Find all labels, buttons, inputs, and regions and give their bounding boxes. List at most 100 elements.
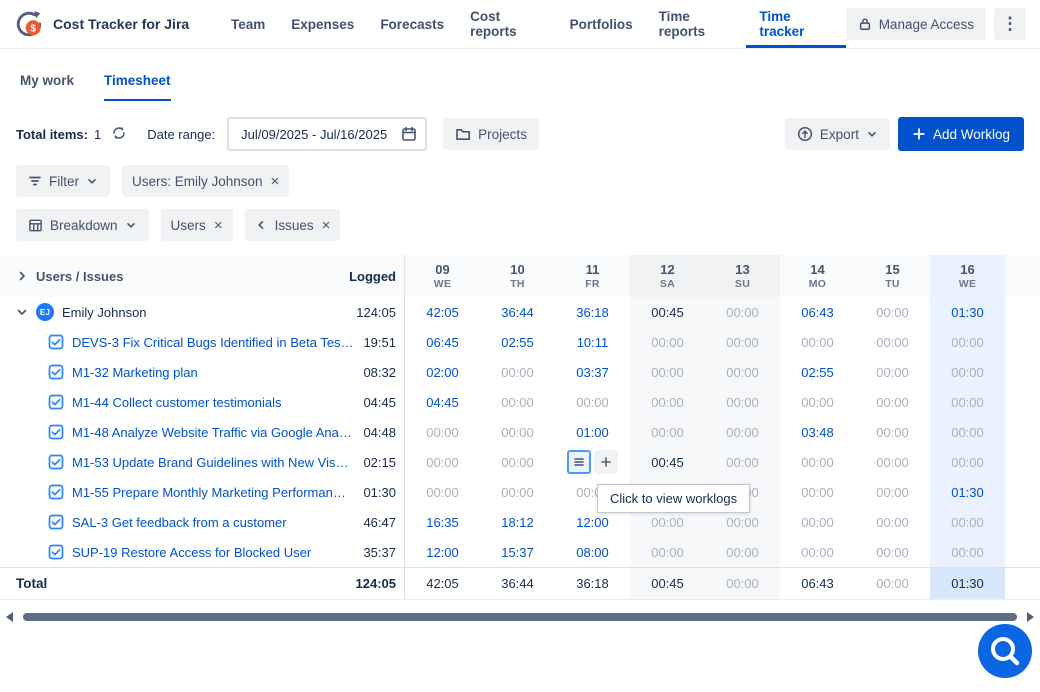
nav-item-time-reports[interactable]: Time reports	[646, 0, 747, 48]
chevron-left-icon[interactable]	[255, 219, 267, 231]
worklog-cell[interactable]: 12:00	[405, 537, 480, 567]
view-worklogs-button[interactable]	[567, 450, 591, 474]
remove-breakdown-icon[interactable]: ×	[322, 218, 331, 233]
worklog-cell[interactable]: 00:00	[780, 507, 855, 537]
overflow-menu-button[interactable]: ⋮	[994, 8, 1026, 40]
issue-link[interactable]: M1-53 Update Brand Guidelines with New V…	[72, 455, 349, 470]
worklog-cell[interactable]: 00:00	[855, 327, 930, 357]
worklog-cell[interactable]: 01:30	[930, 477, 1005, 507]
worklog-cell[interactable]: 01:00	[555, 417, 630, 447]
worklog-cell[interactable]: 02:55	[480, 327, 555, 357]
nav-item-team[interactable]: Team	[218, 0, 278, 48]
issue-link[interactable]: SUP-19 Restore Access for Blocked User	[72, 545, 311, 560]
worklog-cell[interactable]: 42:05	[405, 297, 480, 327]
issue-link[interactable]: DEVS-3 Fix Critical Bugs Identified in B…	[72, 335, 355, 350]
worklog-cell[interactable]: 00:00	[930, 387, 1005, 417]
nav-item-time-tracker[interactable]: Time tracker	[746, 0, 845, 48]
worklog-cell[interactable]: 00:00	[480, 357, 555, 387]
worklog-cell[interactable]: 06:45	[405, 327, 480, 357]
worklog-cell[interactable]: 00:00	[555, 387, 630, 417]
issue-link[interactable]: SAL-3 Get feedback from a customer	[72, 515, 287, 530]
worklog-cell[interactable]: 00:00	[480, 387, 555, 417]
worklog-cell[interactable]: 00:00	[855, 357, 930, 387]
worklog-cell[interactable]: 00:00	[480, 447, 555, 477]
worklog-cell[interactable]: 02:55	[780, 357, 855, 387]
worklog-cell[interactable]: 08:00	[555, 537, 630, 567]
worklog-cell[interactable]: 00:00	[855, 447, 930, 477]
worklog-cell[interactable]: 00:00	[930, 537, 1005, 567]
issue-link[interactable]: M1-44 Collect customer testimonials	[72, 395, 282, 410]
worklog-cell[interactable]: 00:00	[855, 537, 930, 567]
worklog-cell[interactable]: 06:43	[780, 297, 855, 327]
tab-my-work[interactable]: My work	[20, 73, 74, 101]
issue-link[interactable]: M1-48 Analyze Website Traffic via Google…	[72, 425, 352, 440]
scroll-right-arrow[interactable]	[1027, 612, 1034, 622]
worklog-cell[interactable]: 00:45	[630, 297, 705, 327]
nav-item-portfolios[interactable]: Portfolios	[557, 0, 646, 48]
remove-filter-icon[interactable]: ×	[271, 174, 280, 189]
worklog-cell[interactable]: 00:00	[630, 327, 705, 357]
export-button[interactable]: Export	[785, 118, 890, 150]
breakdown-chip-issues[interactable]: Issues ×	[245, 209, 341, 241]
worklog-cell[interactable]: 00:00	[705, 297, 780, 327]
issue-link[interactable]: M1-55 Prepare Monthly Marketing Performa…	[72, 485, 346, 500]
refresh-button[interactable]	[109, 123, 129, 146]
remove-breakdown-icon[interactable]: ×	[214, 218, 223, 233]
expand-all-chevron-icon[interactable]	[16, 270, 28, 282]
worklog-cell[interactable]: 00:00	[855, 417, 930, 447]
worklog-cell[interactable]: 00:00	[630, 387, 705, 417]
nav-item-expenses[interactable]: Expenses	[278, 0, 367, 48]
worklog-cell[interactable]: 00:00	[930, 447, 1005, 477]
worklog-cell[interactable]: 15:37	[480, 537, 555, 567]
breakdown-chip-users[interactable]: Users ×	[161, 209, 233, 241]
worklog-cell[interactable]: 00:00	[930, 417, 1005, 447]
worklog-cell[interactable]: 00:00	[780, 537, 855, 567]
add-worklog-cell-button[interactable]	[594, 450, 618, 474]
worklog-cell[interactable]: 00:00	[705, 387, 780, 417]
worklog-cell[interactable]: 00:00	[705, 357, 780, 387]
date-range-input[interactable]: Jul/09/2025 - Jul/16/2025	[227, 117, 427, 151]
nav-item-cost-reports[interactable]: Cost reports	[457, 0, 557, 48]
scrollbar-thumb[interactable]	[23, 613, 1017, 621]
worklog-cell[interactable]: 00:00	[480, 477, 555, 507]
worklog-cell[interactable]: 00:00	[780, 447, 855, 477]
collapse-row-chevron-icon[interactable]	[16, 306, 28, 318]
worklog-cell[interactable]: 00:00	[705, 447, 780, 477]
worklog-cell[interactable]: 00:00	[855, 297, 930, 327]
worklog-cell[interactable]: 16:35	[405, 507, 480, 537]
worklog-cell[interactable]: 00:00	[930, 507, 1005, 537]
worklog-cell[interactable]: 36:18	[555, 297, 630, 327]
worklog-cell[interactable]: 36:44	[480, 297, 555, 327]
scroll-left-arrow[interactable]	[6, 612, 13, 622]
calendar-icon[interactable]	[401, 126, 417, 142]
worklog-cell[interactable]: 00:00	[780, 387, 855, 417]
worklog-cell[interactable]: 00:00	[705, 327, 780, 357]
worklog-cell[interactable]: 00:00	[780, 477, 855, 507]
worklog-cell[interactable]: 03:37	[555, 357, 630, 387]
worklog-cell[interactable]: 04:45	[405, 387, 480, 417]
worklog-cell[interactable]: 00:00	[930, 357, 1005, 387]
worklog-cell[interactable]	[555, 447, 630, 477]
worklog-cell[interactable]: 00:00	[630, 537, 705, 567]
worklog-cell[interactable]: 00:00	[405, 417, 480, 447]
worklog-cell[interactable]: 00:00	[855, 507, 930, 537]
filter-button[interactable]: Filter	[16, 165, 110, 197]
worklog-cell[interactable]: 18:12	[480, 507, 555, 537]
tab-timesheet[interactable]: Timesheet	[104, 73, 171, 101]
worklog-cell[interactable]: 00:00	[855, 387, 930, 417]
worklog-cell[interactable]: 00:00	[705, 537, 780, 567]
worklog-cell[interactable]: 00:00	[930, 327, 1005, 357]
manage-access-button[interactable]: Manage Access	[846, 8, 986, 40]
worklog-cell[interactable]: 00:00	[855, 477, 930, 507]
filter-chip-users[interactable]: Users: Emily Johnson ×	[122, 165, 289, 197]
worklog-cell[interactable]: 00:00	[480, 417, 555, 447]
worklog-cell[interactable]: 00:00	[630, 417, 705, 447]
worklog-cell[interactable]: 03:48	[780, 417, 855, 447]
add-worklog-button[interactable]: Add Worklog	[898, 117, 1024, 151]
worklog-cell[interactable]: 00:00	[405, 447, 480, 477]
nav-item-forecasts[interactable]: Forecasts	[367, 0, 457, 48]
projects-button[interactable]: Projects	[443, 118, 539, 150]
worklog-cell[interactable]: 00:45	[630, 447, 705, 477]
worklog-cell[interactable]: 10:11	[555, 327, 630, 357]
worklog-cell[interactable]: 00:00	[705, 417, 780, 447]
